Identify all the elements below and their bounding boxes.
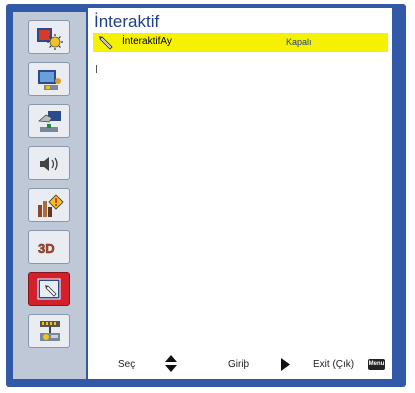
right-arrow-icon bbox=[281, 358, 290, 371]
setting-value[interactable]: Kapalı bbox=[286, 37, 312, 47]
sidebar-item-image[interactable] bbox=[28, 20, 70, 54]
audio-icon bbox=[40, 157, 58, 171]
sidebar-item-options[interactable] bbox=[28, 188, 70, 222]
up-down-arrows-icon bbox=[165, 355, 177, 372]
enter-hint: Giriþ bbox=[228, 359, 250, 370]
sidebar-item-interactive[interactable] bbox=[28, 272, 70, 306]
svg-text:3D: 3D bbox=[38, 241, 55, 256]
options-icon bbox=[38, 194, 64, 217]
network-icon bbox=[40, 321, 60, 341]
menu-key-icon: Menu bbox=[368, 359, 385, 370]
help-footer: Seç Giriþ Exit (Çık) Menu bbox=[88, 348, 392, 378]
sidebar-item-screen[interactable] bbox=[28, 62, 70, 96]
setting-label: İnteraktifAy bbox=[122, 36, 172, 47]
pen-icon bbox=[99, 36, 113, 50]
sidebar-item-3d[interactable]: 3D bbox=[28, 230, 70, 264]
interactive-icon bbox=[37, 278, 61, 300]
setting-row-interactive[interactable]: İnteraktifAy Kapalı bbox=[93, 33, 388, 52]
menu-sidebar: 3D bbox=[13, 12, 86, 379]
setup-hand-icon bbox=[38, 111, 61, 132]
screen-settings-icon bbox=[38, 70, 61, 90]
sidebar-item-network[interactable] bbox=[28, 314, 70, 348]
sidebar-item-audio[interactable] bbox=[28, 146, 70, 180]
select-hint: Seç bbox=[118, 359, 136, 370]
sidebar-item-setup[interactable] bbox=[28, 104, 70, 138]
3d-icon: 3D bbox=[38, 241, 55, 257]
content-panel: İnteraktif İnteraktifAy Kapalı Seç Giriþ… bbox=[88, 8, 392, 379]
exit-hint: Exit (Çık) bbox=[313, 359, 355, 370]
image-settings-icon bbox=[37, 28, 63, 50]
page-title: İnteraktif bbox=[94, 12, 160, 31]
text-cursor bbox=[96, 65, 97, 73]
